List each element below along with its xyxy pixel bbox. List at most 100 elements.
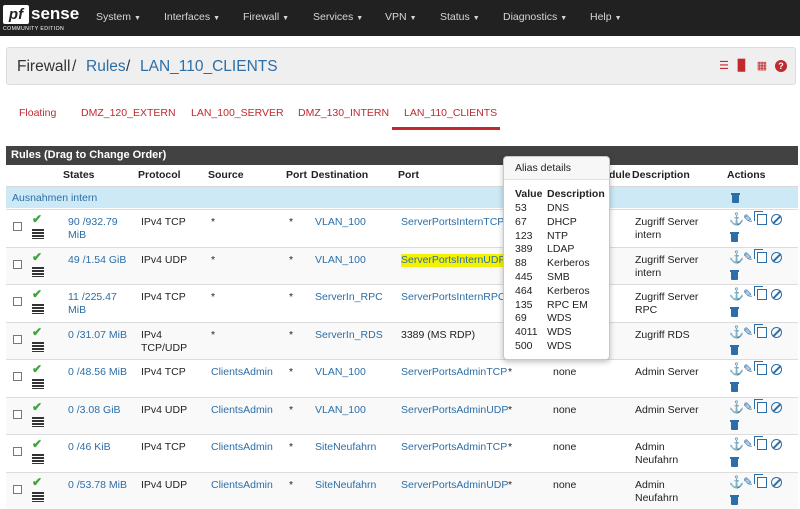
sliders-icon[interactable]: ☰ [718,60,730,72]
copy-icon[interactable] [757,364,767,375]
rule-source[interactable]: ClientsAdmin [211,441,273,454]
anchor-icon[interactable]: ⚓ [729,288,744,300]
trash-icon[interactable] [730,494,739,505]
rule-destination[interactable]: VLAN_100 [315,404,366,417]
pencil-icon[interactable]: ✎ [743,476,753,488]
rule-checkbox[interactable] [13,260,22,269]
anchor-icon[interactable]: ⚓ [729,438,744,450]
rule-row[interactable]: ✔0 /53.78 MiBIPv4 UDPClientsAdmin*SiteNe… [6,472,798,509]
pencil-icon[interactable]: ✎ [743,288,753,300]
rule-checkbox[interactable] [13,410,22,419]
pencil-icon[interactable]: ✎ [743,401,753,413]
rule-states[interactable]: 90 /932.79 MiB [68,216,130,242]
rule-source[interactable]: ClientsAdmin [211,404,273,417]
trash-icon[interactable] [730,419,739,430]
rule-destination[interactable]: VLAN_100 [315,366,366,379]
tab-dmz-130-intern[interactable]: DMZ_130_INTERN [298,107,389,119]
trash-icon[interactable] [730,231,739,242]
tab-lan-100-server[interactable]: LAN_100_SERVER [191,107,284,119]
rule-row[interactable]: ✔90 /932.79 MiBIPv4 TCP**VLAN_100ServerP… [6,209,798,247]
nav-diagnostics[interactable]: Diagnostics▼ [503,11,567,23]
check-icon[interactable]: ✔ [32,326,42,338]
rule-row[interactable]: ✔0 /3.08 GiBIPv4 UDPClientsAdmin*VLAN_10… [6,397,798,435]
anchor-icon[interactable]: ⚓ [729,401,744,413]
rule-dest-port[interactable]: ServerPortsInternTCP [401,216,504,229]
rule-states[interactable]: 0 /46 KiB [68,441,130,454]
rule-dest-port[interactable]: ServerPortsInternUDP [401,254,505,267]
check-icon[interactable]: ✔ [32,213,42,225]
disable-icon[interactable] [771,252,782,263]
bar-chart-icon[interactable]: ▉ [736,60,748,72]
rule-states[interactable]: 0 /53.78 MiB [68,479,130,492]
breadcrumb-rules[interactable]: Rules [86,58,126,76]
rule-checkbox[interactable] [13,372,22,381]
rule-checkbox[interactable] [13,485,22,494]
rule-separator-row[interactable]: Ausnahmen intern [6,186,798,208]
nav-status[interactable]: Status▼ [440,11,480,23]
rule-dest-port[interactable]: ServerPortsAdminUDP [401,404,508,417]
rule-row[interactable]: ✔0 /48.56 MiBIPv4 TCPClientsAdmin*VLAN_1… [6,359,798,397]
disable-icon[interactable] [771,364,782,375]
trash-icon[interactable] [730,306,739,317]
tab-dmz-120-extern[interactable]: DMZ_120_EXTERN [81,107,176,119]
rule-checkbox[interactable] [13,222,22,231]
rule-destination[interactable]: ServerIn_RPC [315,291,383,304]
copy-icon[interactable] [757,289,767,300]
trash-icon[interactable] [730,456,739,467]
rule-source[interactable]: ClientsAdmin [211,366,273,379]
nav-services[interactable]: Services▼ [313,11,363,23]
rule-states[interactable]: 0 /31.07 MiB [68,329,130,342]
copy-icon[interactable] [757,214,767,225]
breadcrumb-current[interactable]: LAN_110_CLIENTS [140,58,278,76]
check-icon[interactable]: ✔ [32,288,42,300]
nav-interfaces[interactable]: Interfaces▼ [164,11,220,23]
anchor-icon[interactable]: ⚓ [729,326,744,338]
pfsense-logo[interactable]: pf sense COMMUNITY EDITION [3,3,77,33]
pencil-icon[interactable]: ✎ [743,213,753,225]
disable-icon[interactable] [771,439,782,450]
nav-help[interactable]: Help▼ [590,11,622,23]
copy-icon[interactable] [757,477,767,488]
rule-destination[interactable]: ServerIn_RDS [315,329,383,342]
trash-icon[interactable] [730,381,739,392]
rule-states[interactable]: 0 /3.08 GiB [68,404,130,417]
rule-dest-port[interactable]: ServerPortsInternRPC [401,291,505,304]
disable-icon[interactable] [771,477,782,488]
rule-states[interactable]: 49 /1.54 GiB [68,254,130,267]
copy-icon[interactable] [757,402,767,413]
disable-icon[interactable] [771,402,782,413]
rule-destination[interactable]: VLAN_100 [315,216,366,229]
rule-states[interactable]: 11 /225.47 MiB [68,291,130,317]
rule-source[interactable]: ClientsAdmin [211,479,273,492]
table-icon[interactable]: ▦ [756,60,768,72]
check-icon[interactable]: ✔ [32,363,42,375]
pencil-icon[interactable]: ✎ [743,251,753,263]
rule-checkbox[interactable] [13,297,22,306]
tab-floating[interactable]: Floating [19,107,56,119]
rule-destination[interactable]: SiteNeufahrn [315,479,376,492]
copy-icon[interactable] [757,327,767,338]
tab-lan-110-clients[interactable]: LAN_110_CLIENTS [404,107,497,119]
nav-vpn[interactable]: VPN▼ [385,11,417,23]
anchor-icon[interactable]: ⚓ [729,251,744,263]
trash-icon[interactable] [731,192,740,203]
check-icon[interactable]: ✔ [32,438,42,450]
disable-icon[interactable] [771,289,782,300]
rule-row[interactable]: ✔11 /225.47 MiBIPv4 TCP**ServerIn_RPCSer… [6,284,798,322]
anchor-icon[interactable]: ⚓ [729,476,744,488]
anchor-icon[interactable]: ⚓ [729,213,744,225]
trash-icon[interactable] [730,344,739,355]
rule-row[interactable]: ✔49 /1.54 GiBIPv4 UDP**VLAN_100ServerPor… [6,247,798,285]
rule-states[interactable]: 0 /48.56 MiB [68,366,130,379]
rule-row[interactable]: ✔0 /46 KiBIPv4 TCPClientsAdmin*SiteNeufa… [6,434,798,472]
nav-firewall[interactable]: Firewall▼ [243,11,289,23]
pencil-icon[interactable]: ✎ [743,438,753,450]
copy-icon[interactable] [757,252,767,263]
rule-destination[interactable]: VLAN_100 [315,254,366,267]
check-icon[interactable]: ✔ [32,401,42,413]
rule-dest-port[interactable]: ServerPortsAdminTCP [401,441,507,454]
pencil-icon[interactable]: ✎ [743,363,753,375]
rule-dest-port[interactable]: ServerPortsAdminUDP [401,479,508,492]
rule-dest-port[interactable]: ServerPortsAdminTCP [401,366,507,379]
pencil-icon[interactable]: ✎ [743,326,753,338]
